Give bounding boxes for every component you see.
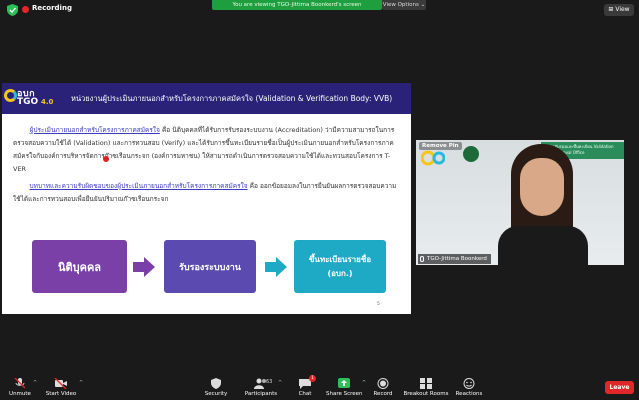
recording-icon [22, 6, 29, 13]
record-icon [377, 378, 389, 389]
recording-label: Recording [32, 4, 72, 12]
start-video-button[interactable]: Start Video [44, 378, 78, 397]
video-off-icon [54, 378, 67, 389]
unmute-button[interactable]: Unmute [6, 378, 34, 397]
start-video-label: Start Video [45, 391, 77, 397]
step-registration-line1: ขึ้นทะเบียนรายชื่อ [308, 254, 372, 264]
step-registration-line2: (อบก.) [327, 268, 353, 278]
shield-icon [211, 378, 221, 389]
participant-video[interactable]: สำนักรับรองและขึ้นทะเบียน Validation and… [416, 140, 624, 265]
mic-muted-icon [14, 378, 26, 389]
shared-screen: อบก TGO 4.0 หน่วยงานผู้ประเมินภายนอกสำหร… [2, 83, 411, 314]
view-label: View [615, 6, 630, 13]
wall-logo-icon [421, 150, 445, 166]
participants-button[interactable]: Participants [243, 378, 279, 397]
chat-label: Chat [298, 391, 312, 397]
step-registration: ขึ้นทะเบียนรายชื่อ (อบก.) [294, 240, 386, 293]
zoom-window: Recording You are viewing TGO-Jittima Bo… [0, 0, 639, 400]
pointer-dot [103, 156, 109, 162]
definition-term: ผู้ประเมินภายนอกสำหรับโครงการภาคสมัครใจ [29, 126, 160, 134]
audio-options-caret[interactable]: ^ [33, 380, 37, 386]
definition-paragraph: ผู้ประเมินภายนอกสำหรับโครงการภาคสมัครใจ … [13, 124, 403, 176]
arrow-right-icon [265, 257, 287, 277]
role-paragraph: บทบาทและความรับผิดชอบของผู้ประเมินภายนอก… [13, 180, 403, 206]
chat-icon-wrap: 1 [298, 375, 316, 389]
slide-title: หน่วยงานผู้ประเมินภายนอกสำหรับโครงการภาค… [71, 94, 393, 103]
security-label: Security [204, 391, 228, 397]
logo-version: 4.0 [41, 98, 54, 106]
logo-text-tgo: TGO [17, 97, 39, 107]
participants-count: 63 [266, 379, 273, 385]
participant-body [498, 226, 588, 265]
participant-face [520, 158, 564, 216]
share-screen-label: Share Screen [326, 391, 363, 397]
participant-name: TGO-Jittima Boonkerd [427, 256, 487, 262]
view-button[interactable]: ⊞ View [604, 4, 634, 16]
arrow-right-icon [133, 257, 155, 277]
slide-page-number: 5 [377, 302, 380, 307]
leave-button[interactable]: Leave [605, 381, 634, 394]
breakout-rooms-button[interactable]: Breakout Rooms [403, 378, 449, 397]
mic-icon [420, 255, 424, 262]
role-term: บทบาทและความรับผิดชอบของผู้ประเมินภายนอก… [29, 182, 248, 190]
reactions-icon [463, 378, 475, 389]
participants-options-caret[interactable]: ^ [278, 380, 282, 386]
slide-header: อบก TGO 4.0 หน่วยงานผู้ประเมินภายนอกสำหร… [2, 83, 411, 114]
reactions-label: Reactions [455, 391, 483, 397]
shield-icon[interactable] [7, 4, 18, 16]
breakout-rooms-icon [420, 378, 432, 389]
tgo-logo: อบก TGO 4.0 [4, 86, 62, 111]
chat-badge: 1 [309, 375, 316, 382]
unmute-label: Unmute [9, 391, 31, 397]
viewing-banner: You are viewing TGO-Jittima Boonkerd's s… [212, 0, 382, 10]
participant-name-tag: TGO-Jittima Boonkerd [418, 254, 491, 264]
meeting-toolbar: Unmute ^ Start Video ^ Security Particip… [0, 375, 639, 400]
chat-button[interactable]: 1 Chat [295, 375, 316, 397]
participants-label: Participants [244, 391, 278, 397]
share-options-caret[interactable]: ^ [362, 380, 366, 386]
security-button[interactable]: Security [201, 378, 231, 397]
record-label: Record [373, 391, 393, 397]
top-bar: Recording You are viewing TGO-Jittima Bo… [0, 0, 639, 20]
step-accreditation: รับรองระบบงาน [164, 240, 256, 293]
share-screen-button[interactable]: Share Screen [326, 378, 363, 397]
view-options-button[interactable]: View Options ⌄ [382, 0, 426, 10]
share-screen-icon [338, 378, 350, 388]
record-button[interactable]: Record [371, 378, 395, 397]
video-options-caret[interactable]: ^ [79, 380, 83, 386]
breakout-rooms-label: Breakout Rooms [403, 391, 449, 397]
step-legal-entity: นิติบุคคล [32, 240, 127, 293]
remove-pin-button[interactable]: Remove Pin [419, 142, 462, 150]
wall-emblem-icon [463, 146, 479, 162]
logo-ring-icon [4, 89, 17, 102]
reactions-button[interactable]: Reactions [454, 378, 484, 397]
